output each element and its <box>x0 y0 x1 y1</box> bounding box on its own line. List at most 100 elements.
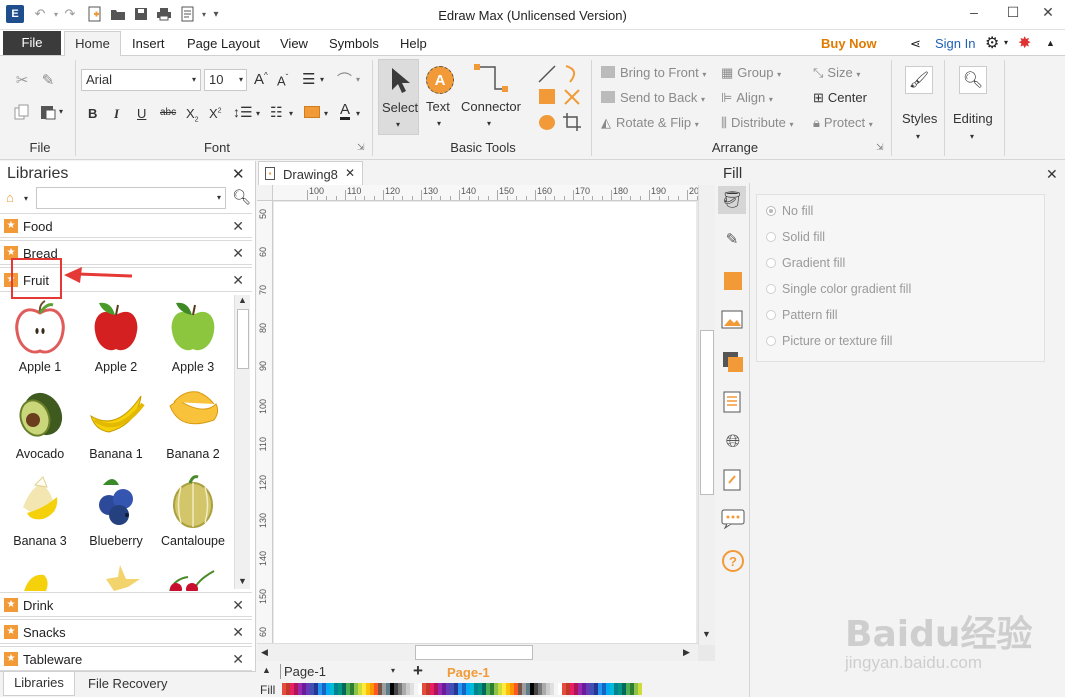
buy-now-link[interactable]: Buy Now <box>821 36 877 51</box>
decrease-font-size-icon[interactable]: Aˇ <box>277 73 288 88</box>
fill-option-solid[interactable]: Solid fill <box>766 230 825 244</box>
increase-font-size-icon[interactable]: A^ <box>254 71 268 88</box>
scroll-up-arrow-icon[interactable]: ▲ <box>238 295 247 305</box>
center-button[interactable]: ⊞ Center <box>813 90 867 106</box>
scroll-down-arrow-icon[interactable]: ▼ <box>238 576 247 586</box>
copy-icon[interactable] <box>12 102 32 122</box>
vertical-scrollbar[interactable]: ▼ <box>698 185 715 645</box>
font-color-dropdown-icon[interactable]: ▾ <box>356 109 360 118</box>
fill-option-single-color-gradient[interactable]: Single color gradient fill <box>766 282 911 296</box>
tab-insert[interactable]: Insert <box>132 36 165 51</box>
close-icon[interactable]: ✕ <box>232 218 244 235</box>
line-spacing-icon[interactable]: ↕☰ <box>233 104 253 121</box>
home-library-icon[interactable]: ⌂ <box>6 190 14 205</box>
fill-bucket-icon[interactable]: 🪣︎ <box>718 186 746 214</box>
comment-icon[interactable] <box>721 509 745 531</box>
document-properties-icon[interactable] <box>723 391 743 413</box>
text-curve-icon[interactable]: ⌒ <box>337 69 352 90</box>
font-color-icon[interactable]: A <box>340 102 351 120</box>
collapse-ribbon-icon[interactable]: ▲ <box>1046 38 1055 48</box>
settings-dropdown-icon[interactable]: ▾ <box>1004 38 1008 47</box>
shape-banana-1[interactable]: Banana 1 <box>78 386 154 461</box>
paste-dropdown-icon[interactable]: ▾ <box>59 107 63 116</box>
scroll-right-arrow-icon[interactable]: ▶ <box>683 647 690 658</box>
library-category-food[interactable]: ★ Food ✕ <box>0 213 252 238</box>
group-button[interactable]: ▦ Group ▾ <box>721 65 781 81</box>
shape-banana-3[interactable]: Banana 3 <box>2 473 78 548</box>
close-icon[interactable]: ✕ <box>232 597 244 614</box>
bring-to-front-button[interactable]: Bring to Front ▾ <box>601 65 706 80</box>
underline-icon[interactable]: U <box>137 106 146 121</box>
document-tab[interactable]: ▪ Drawing8 ✕ <box>258 161 363 185</box>
library-scrollbar[interactable]: ▲ ▼ <box>234 295 250 589</box>
connector-tool-button[interactable]: Connector ▾ <box>459 59 523 135</box>
help-icon[interactable]: ? <box>722 550 744 572</box>
libraries-close-icon[interactable]: ✕ <box>232 165 245 183</box>
document-tab-close-icon[interactable]: ✕ <box>345 166 355 180</box>
fill-option-gradient[interactable]: Gradient fill <box>766 256 845 270</box>
sign-in-link[interactable]: Sign In <box>935 36 975 51</box>
select-tool-button[interactable]: Select ▾ <box>378 59 419 135</box>
text-highlight-icon[interactable] <box>304 106 320 118</box>
close-icon[interactable]: ✕ <box>232 272 244 289</box>
subscript-icon[interactable]: X2 <box>186 106 199 124</box>
shape-cantaloupe[interactable]: Cantaloupe <box>155 473 231 548</box>
text-tool-button[interactable]: A Text ▾ <box>424 59 456 135</box>
library-search-input[interactable]: ▾ <box>36 187 226 209</box>
attachment-icon[interactable] <box>723 469 743 491</box>
line-style-icon[interactable]: ✎ <box>720 227 744 251</box>
tab-libraries[interactable]: Libraries <box>3 672 75 696</box>
tab-help[interactable]: Help <box>400 36 427 51</box>
drawing-page[interactable] <box>274 202 696 643</box>
library-category-tableware[interactable]: ★ Tableware ✕ <box>0 646 252 671</box>
page-tab[interactable]: Page-1 <box>447 665 490 680</box>
text-align-icon[interactable]: ☰ <box>302 70 315 88</box>
styles-button[interactable]: 🖌︎ Styles ▾ <box>897 62 941 142</box>
cross-tool-icon[interactable] <box>562 87 582 107</box>
horizontal-scroll-thumb[interactable] <box>415 645 533 660</box>
fill-panel-close-icon[interactable]: ✕ <box>1046 166 1058 183</box>
share-icon[interactable]: ⋖ <box>910 36 921 52</box>
color-swatches[interactable] <box>282 683 642 695</box>
globe-icon[interactable]: 🌐︎ <box>721 429 745 453</box>
ellipse-tool-icon[interactable] <box>539 115 555 130</box>
maximize-button[interactable]: ☐ <box>1002 4 1024 24</box>
font-size-select[interactable]: 10 ▾ <box>204 69 247 91</box>
horizontal-scrollbar[interactable]: ◀ ▶ <box>257 643 698 661</box>
bullet-list-icon[interactable]: ☷ <box>270 104 283 121</box>
rectangle-tool-icon[interactable] <box>539 89 555 104</box>
image-icon[interactable] <box>721 309 743 331</box>
font-dialog-launcher-icon[interactable]: ⇲ <box>357 142 365 153</box>
tab-page-layout[interactable]: Page Layout <box>187 36 260 51</box>
shape-banana-2[interactable]: Banana 2 <box>155 386 231 461</box>
bullet-list-dropdown-icon[interactable]: ▾ <box>289 109 293 118</box>
page-navigation-icon[interactable]: ▲ <box>262 665 271 675</box>
page-select[interactable]: Page-1 ▾ <box>280 664 400 679</box>
text-highlight-dropdown-icon[interactable]: ▾ <box>324 109 328 118</box>
superscript-icon[interactable]: X2 <box>209 106 222 121</box>
shape-avocado[interactable]: Avocado <box>2 386 78 461</box>
shape-apple-3[interactable]: Apple 3 <box>155 299 231 374</box>
library-category-drink[interactable]: ★ Drink ✕ <box>0 592 252 617</box>
scroll-down-arrow-icon[interactable]: ▼ <box>702 629 711 639</box>
line-tool-icon[interactable] <box>537 64 557 84</box>
layer-shadow-icon[interactable] <box>722 351 744 373</box>
size-button[interactable]: ⤡ Size ▾ <box>813 65 860 81</box>
fill-option-pattern[interactable]: Pattern fill <box>766 308 838 322</box>
line-spacing-dropdown-icon[interactable]: ▾ <box>256 109 260 118</box>
add-page-icon[interactable]: + <box>413 661 423 681</box>
bold-icon[interactable]: B <box>88 106 97 121</box>
color-swatch[interactable] <box>638 683 642 695</box>
app-switch-icon[interactable]: ✸ <box>1018 33 1031 53</box>
arc-tool-icon[interactable] <box>562 64 582 84</box>
library-search-icon[interactable]: 🔍︎ <box>232 188 251 206</box>
fill-option-picture-texture[interactable]: Picture or texture fill <box>766 334 892 348</box>
vertical-scroll-thumb[interactable] <box>700 330 714 495</box>
shape-apple-2[interactable]: Apple 2 <box>78 299 154 374</box>
minimize-button[interactable]: – <box>963 4 985 24</box>
library-scroll-thumb[interactable] <box>237 309 249 369</box>
italic-icon[interactable]: I <box>114 106 119 122</box>
tab-symbols[interactable]: Symbols <box>329 36 379 51</box>
text-curve-dropdown-icon[interactable]: ▾ <box>356 75 360 84</box>
strikethrough-icon[interactable]: abc <box>160 107 176 118</box>
